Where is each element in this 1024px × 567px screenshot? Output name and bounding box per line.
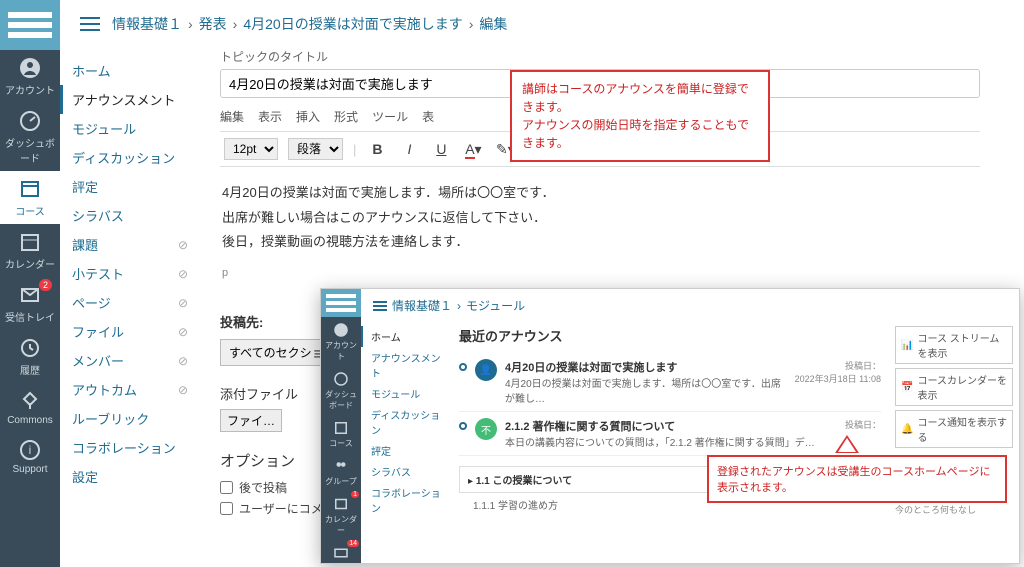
overlay-sidebar: 📊 コース ストリームを表示 📅 コースカレンダーを表示 🔔 コース通知を表示す… bbox=[889, 322, 1019, 563]
menu-tools[interactable]: ツール bbox=[372, 108, 408, 125]
overlay-breadcrumb: 情報基礎１› モジュール bbox=[361, 289, 1019, 322]
cn-home[interactable]: ホーム bbox=[361, 326, 451, 347]
recent-announcements-heading: 最近のアナウンス bbox=[459, 326, 881, 345]
course-nav: ホーム アナウンスメント モジュール ディスカッション 評定 シラバス 課題⊘ … bbox=[60, 48, 200, 567]
cn-home[interactable]: ホーム bbox=[60, 56, 200, 85]
logo bbox=[321, 289, 361, 317]
menu-table[interactable]: 表 bbox=[422, 108, 434, 125]
support-icon: i bbox=[18, 438, 42, 462]
font-size-select[interactable]: 12pt bbox=[224, 138, 278, 160]
menu-view[interactable]: 表示 bbox=[258, 108, 282, 125]
announcement-item[interactable]: 👤 4月20日の授業は対面で実施します4月20日の授業は対面で実施します．場所は… bbox=[459, 353, 881, 412]
nav-history[interactable]: 履歴 bbox=[0, 330, 60, 383]
cn-syllabus[interactable]: シラバス bbox=[60, 201, 200, 230]
view-calendar-button[interactable]: 📅 コースカレンダーを表示 bbox=[895, 368, 1013, 406]
global-nav: アカウント ダッシュボード コース カレンダー 2 受信トレイ 履歴 Commo… bbox=[0, 0, 60, 567]
announcement-item[interactable]: 不 2.1.2 著作権に関する質問について本日の講義内容についての質問は，「2.… bbox=[459, 412, 881, 456]
bold-button[interactable]: B bbox=[366, 141, 388, 157]
hidden-icon: ⊘ bbox=[178, 267, 188, 281]
cn-discussions[interactable]: ディスカッション bbox=[60, 143, 200, 172]
annotation-box-2: 登録されたアナウンスは受講生のコースホームページに表示されます。 bbox=[707, 455, 1007, 503]
account-icon bbox=[18, 56, 42, 80]
cn-people[interactable]: メンバー⊘ bbox=[60, 346, 200, 375]
cn-grades[interactable]: 評定 bbox=[361, 440, 451, 461]
rce-body[interactable]: 4月20日の授業は対面で実施します．場所は〇〇室です． 出席が難しい場合はこのア… bbox=[220, 167, 980, 298]
text-color-button[interactable]: A▾ bbox=[462, 141, 484, 158]
course-icon bbox=[18, 177, 42, 201]
nav-course[interactable]: コース bbox=[0, 171, 60, 224]
cn-modules[interactable]: モジュール bbox=[361, 383, 451, 404]
menu-edit[interactable]: 編集 bbox=[220, 108, 244, 125]
menu-insert[interactable]: 挿入 bbox=[296, 108, 320, 125]
cn-announcements[interactable]: アナウンスメント bbox=[361, 347, 451, 383]
cn-rubrics[interactable]: ルーブリック bbox=[60, 404, 200, 433]
nav-dashboard[interactable]: ダッシュボード bbox=[0, 103, 60, 171]
hamburger-icon[interactable] bbox=[80, 17, 100, 31]
element-path: p bbox=[222, 263, 978, 284]
nav-support[interactable]: i Support bbox=[0, 432, 60, 481]
nav-calendar[interactable]: 1カレンダー bbox=[321, 491, 361, 540]
avatar: 👤 bbox=[475, 359, 497, 381]
cn-pages[interactable]: ページ⊘ bbox=[60, 288, 200, 317]
breadcrumb-item[interactable]: 情報基礎１ bbox=[112, 14, 182, 34]
nav-inbox[interactable]: 2 受信トレイ bbox=[0, 277, 60, 330]
cn-outcomes[interactable]: アウトカム⊘ bbox=[60, 375, 200, 404]
view-stream-button[interactable]: 📊 コース ストリームを表示 bbox=[895, 326, 1013, 364]
breadcrumb-item[interactable]: 発表 bbox=[199, 14, 227, 34]
menu-format[interactable]: 形式 bbox=[334, 108, 358, 125]
commons-icon bbox=[18, 389, 42, 413]
cn-settings[interactable]: 設定 bbox=[60, 462, 200, 491]
nav-commons[interactable]: Commons bbox=[0, 383, 60, 432]
hidden-icon: ⊘ bbox=[178, 383, 188, 397]
choose-file-button[interactable]: ファイ… bbox=[220, 409, 282, 432]
svg-text:i: i bbox=[29, 443, 32, 457]
italic-button[interactable]: I bbox=[398, 141, 420, 157]
cn-syllabus[interactable]: シラバス bbox=[361, 461, 451, 482]
title-label: トピックのタイトル bbox=[220, 48, 1004, 65]
unread-dot-icon bbox=[459, 422, 467, 430]
cn-collaborations[interactable]: コラボレーション bbox=[60, 433, 200, 462]
calendar-icon bbox=[18, 230, 42, 254]
nav-account[interactable]: アカウント bbox=[321, 317, 361, 366]
nav-dashboard[interactable]: ダッシュボード bbox=[321, 366, 361, 415]
nav-account[interactable]: アカウント bbox=[0, 50, 60, 103]
cn-announcements[interactable]: アナウンスメント bbox=[60, 85, 200, 114]
hidden-icon: ⊘ bbox=[178, 238, 188, 252]
inbox-badge: 2 bbox=[39, 279, 52, 291]
overlay-main: 最近のアナウンス 👤 4月20日の授業は対面で実施します4月20日の授業は対面で… bbox=[451, 322, 889, 563]
cn-grades[interactable]: 評定 bbox=[60, 172, 200, 201]
cn-assignments[interactable]: 課題⊘ bbox=[60, 230, 200, 259]
hidden-icon: ⊘ bbox=[178, 354, 188, 368]
cn-discussions[interactable]: ディスカッション bbox=[361, 404, 451, 440]
overlay-global-nav: アカウント ダッシュボード コース グループ 1カレンダー 14受信トレイ bbox=[321, 289, 361, 563]
annotation-tail bbox=[835, 435, 859, 453]
avatar: 不 bbox=[475, 418, 497, 440]
dashboard-icon bbox=[18, 109, 42, 133]
unread-dot-icon bbox=[459, 363, 467, 371]
history-icon bbox=[18, 336, 42, 360]
hidden-icon: ⊘ bbox=[178, 325, 188, 339]
cn-files[interactable]: ファイル⊘ bbox=[60, 317, 200, 346]
breadcrumb-item[interactable]: 4月20日の授業は対面で実施します bbox=[243, 14, 462, 34]
nav-calendar[interactable]: カレンダー bbox=[0, 224, 60, 277]
annotation-box-1: 講師はコースのアナウンスを簡単に登録できます。 アナウンスの開始日時を指定するこ… bbox=[510, 70, 770, 162]
nav-course[interactable]: コース bbox=[321, 415, 361, 453]
overlay-course-nav: ホーム アナウンスメント モジュール ディスカッション 評定 シラバス コラボレ… bbox=[361, 322, 451, 563]
breadcrumb: 情報基礎１› 発表› 4月20日の授業は対面で実施します› 編集 bbox=[60, 0, 1024, 48]
cn-quizzes[interactable]: 小テスト⊘ bbox=[60, 259, 200, 288]
block-format-select[interactable]: 段落 bbox=[288, 138, 343, 160]
underline-button[interactable]: U bbox=[430, 141, 452, 157]
cn-modules[interactable]: モジュール bbox=[60, 114, 200, 143]
hamburger-icon[interactable] bbox=[373, 301, 387, 311]
view-notifications-button[interactable]: 🔔 コース通知を表示する bbox=[895, 410, 1013, 448]
hidden-icon: ⊘ bbox=[178, 296, 188, 310]
nav-inbox[interactable]: 14受信トレイ bbox=[321, 540, 361, 564]
breadcrumb-current: 編集 bbox=[479, 14, 507, 34]
logo bbox=[0, 0, 60, 50]
nav-groups[interactable]: グループ bbox=[321, 453, 361, 491]
cn-collaborations[interactable]: コラボレーション bbox=[361, 482, 451, 518]
overlay-screenshot: アカウント ダッシュボード コース グループ 1カレンダー 14受信トレイ 情報… bbox=[320, 288, 1020, 564]
